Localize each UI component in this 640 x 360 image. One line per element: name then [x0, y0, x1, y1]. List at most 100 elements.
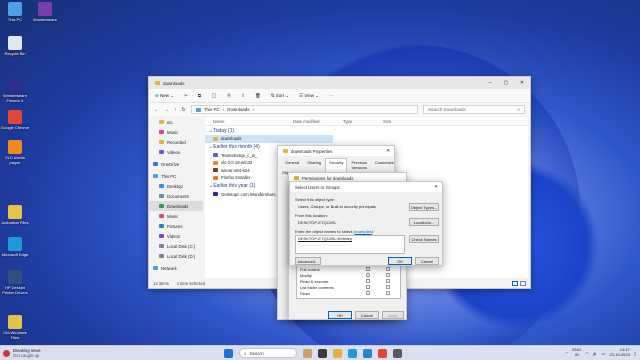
breadcrumb-this-pc[interactable]: This PC — [204, 107, 220, 112]
chevron-up-icon[interactable]: ⌃ — [565, 351, 568, 356]
taskbar-search[interactable]: ⌕ Search — [239, 348, 297, 358]
nav-item[interactable]: Videos — [149, 147, 203, 157]
up-icon[interactable]: ↑ — [174, 107, 177, 113]
file-explorer-taskbar-icon[interactable] — [333, 348, 342, 358]
news-widget[interactable]: Breaking news Get caught up — [0, 348, 190, 358]
column-name[interactable]: Name — [205, 119, 293, 124]
perm-cancel-button[interactable]: Cancel — [355, 311, 379, 319]
address-bar[interactable]: This PC › Downloads › — [190, 105, 418, 114]
file-row[interactable]: downloads — [205, 135, 333, 143]
minimize-button[interactable]: – — [482, 77, 498, 89]
nav-item-label: Network — [161, 265, 177, 271]
language-indicator[interactable]: ENG IN — [572, 347, 581, 358]
close-button[interactable]: ✕ — [514, 77, 530, 89]
nav-item[interactable]: Recorded — [149, 137, 203, 147]
new-button[interactable]: ⊕ New ⌄ — [155, 93, 174, 99]
desktop-icon[interactable]: Wondershare Filmora X — [0, 78, 30, 103]
forward-icon[interactable]: → — [164, 107, 169, 113]
desktop-icon[interactable]: Old Windows Files — [0, 315, 30, 340]
column-date[interactable]: Date modified — [293, 119, 343, 124]
desktop-icon[interactable]: VLC media player — [0, 140, 30, 165]
locations-button[interactable]: Locations... — [409, 218, 439, 226]
task-view-icon[interactable] — [318, 348, 327, 358]
nav-item[interactable]: Desktop — [149, 181, 203, 191]
advanced-button[interactable]: Advanced... — [295, 257, 321, 265]
nav-item[interactable]: Videos — [149, 231, 203, 241]
nav-item[interactable]: Local Disk (C:) — [149, 241, 203, 251]
maximize-button[interactable]: ▢ — [498, 77, 514, 89]
nav-item[interactable]: OneDrive — [149, 159, 203, 169]
deny-checkbox[interactable] — [386, 291, 390, 295]
check-names-button[interactable]: Check Names — [409, 235, 439, 243]
group-header[interactable]: ⌄ Today (1) — [205, 126, 528, 135]
close-icon[interactable]: ✕ — [430, 184, 442, 190]
sort-button[interactable]: ⇅ Sort ⌄ — [271, 93, 289, 99]
tab-security[interactable]: Security — [325, 158, 348, 172]
clock[interactable]: 14:47 23-10-2023 — [609, 347, 629, 358]
desktop-icon[interactable]: HP Deskjet Printer Drivers — [0, 270, 30, 295]
widget-icon[interactable] — [303, 348, 312, 358]
deny-checkbox[interactable] — [386, 273, 390, 277]
allow-checkbox[interactable] — [366, 291, 370, 295]
allow-checkbox[interactable] — [366, 285, 370, 289]
object-types-button[interactable]: Object Types... — [409, 203, 439, 211]
tab-customize[interactable]: Customize — [371, 158, 398, 172]
cancel-button[interactable]: Cancel — [415, 257, 439, 265]
start-icon[interactable] — [224, 348, 233, 358]
edge-icon[interactable] — [348, 348, 357, 358]
volume-icon[interactable]: 🔈 — [593, 351, 598, 356]
close-icon[interactable]: ✕ — [382, 148, 394, 154]
desktop-icon[interactable]: Activation Files — [0, 205, 30, 226]
search-box[interactable]: Search Downloads ⌕ — [423, 105, 525, 114]
paste-icon[interactable]: 📋 — [211, 93, 217, 99]
desktop-icon[interactable]: Google Chrome — [0, 110, 30, 131]
share-icon[interactable]: ⇪ — [241, 93, 245, 99]
delete-icon[interactable]: 🗑 — [255, 93, 261, 99]
deny-checkbox[interactable] — [386, 285, 390, 289]
nav-item[interactable]: Local Disk (D:) — [149, 251, 203, 261]
deny-checkbox[interactable] — [386, 279, 390, 283]
tiles-view-icon[interactable] — [520, 280, 526, 286]
nav-item[interactable]: Music — [149, 211, 203, 221]
tab-sharing[interactable]: Sharing — [303, 158, 325, 172]
nav-item[interactable]: Network — [149, 263, 203, 273]
allow-checkbox[interactable] — [366, 279, 370, 283]
desktop-icon[interactable]: Microsoft Edge — [0, 237, 30, 258]
perm-apply-button[interactable]: Apply — [382, 311, 404, 319]
nav-item[interactable]: Documents — [149, 191, 203, 201]
deny-checkbox[interactable] — [386, 267, 390, 271]
wifi-icon[interactable]: ◠ — [585, 351, 589, 356]
settings-icon[interactable] — [393, 348, 402, 358]
perm-ok-button[interactable]: OK — [328, 311, 352, 319]
ok-button[interactable]: OK — [388, 257, 412, 265]
location-value: DESKTOP-ETQC8SL — [298, 220, 337, 225]
nav-item[interactable]: Music — [149, 127, 203, 137]
examples-link[interactable]: examples — [355, 229, 372, 234]
refresh-icon[interactable]: ↻ — [182, 107, 186, 113]
desktop-icon[interactable]: This PC — [0, 2, 30, 23]
nav-item[interactable]: Pictures — [149, 221, 203, 231]
column-type[interactable]: Type — [343, 119, 383, 124]
mail-icon[interactable] — [363, 348, 372, 358]
details-view-icon[interactable] — [512, 280, 518, 286]
cut-icon[interactable]: ✂ — [184, 93, 188, 99]
copy-icon[interactable]: ⧉ — [198, 93, 201, 98]
back-icon[interactable]: ← — [154, 107, 159, 113]
desktop-icon[interactable]: Recycle Bin — [0, 36, 30, 57]
rename-icon[interactable]: Ⓐ — [227, 93, 232, 99]
nav-item[interactable]: This PC — [149, 171, 203, 181]
column-size[interactable]: Size — [383, 119, 423, 124]
desktop-icon[interactable]: Wondershare — [30, 2, 60, 23]
breadcrumb-downloads[interactable]: Downloads — [227, 107, 249, 112]
nav-item[interactable]: etc — [149, 117, 203, 127]
more-icon[interactable]: ··· — [329, 93, 334, 98]
allow-checkbox[interactable] — [366, 267, 370, 271]
nav-item[interactable]: Downloads — [149, 201, 203, 211]
tab-previous-versions[interactable]: Previous Versions — [347, 158, 371, 172]
allow-checkbox[interactable] — [366, 273, 370, 277]
object-names-input[interactable]: DESKTOP-ETQC8SL\Keithley — [295, 235, 405, 254]
view-button[interactable]: ☰ View ⌄ — [299, 93, 319, 99]
notification-icon[interactable]: ▯ — [634, 351, 636, 356]
battery-icon[interactable]: ▭ — [602, 351, 606, 356]
chrome-icon[interactable] — [378, 348, 387, 358]
